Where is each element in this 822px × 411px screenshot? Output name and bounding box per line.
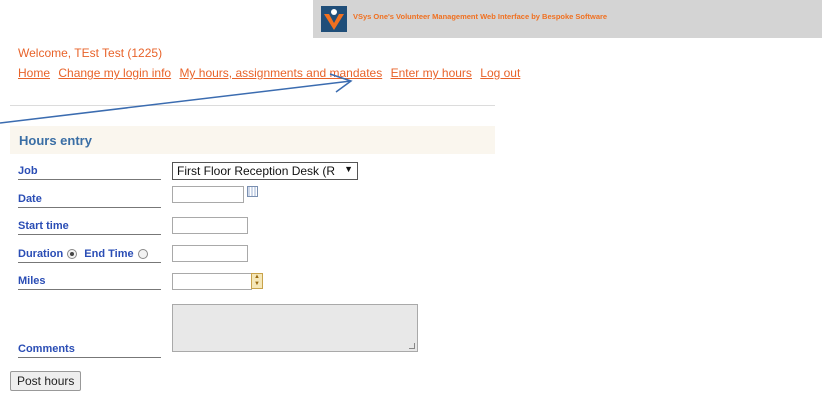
duration-label: Duration xyxy=(18,248,64,260)
dropdown-arrow-icon: ▼ xyxy=(344,164,353,174)
miles-input[interactable] xyxy=(172,273,252,290)
job-select-value: First Floor Reception Desk (R xyxy=(177,164,336,178)
section-header: Hours entry xyxy=(10,126,495,154)
post-hours-button[interactable]: Post hours xyxy=(10,371,82,391)
nav-links: Home Change my login info My hours, assi… xyxy=(18,66,525,80)
spin-up-icon[interactable]: ▲ xyxy=(252,274,262,281)
job-select[interactable]: First Floor Reception Desk (R ▼ xyxy=(172,162,358,180)
nav-logout-link[interactable]: Log out xyxy=(480,66,520,80)
vsys-logo-icon xyxy=(321,6,347,32)
date-label: Date xyxy=(18,193,161,208)
end-time-radio[interactable] xyxy=(137,249,148,260)
resize-grip-icon[interactable] xyxy=(409,343,415,349)
duration-input[interactable] xyxy=(172,245,248,262)
spin-down-icon[interactable]: ▼ xyxy=(252,281,262,288)
comments-label: Comments xyxy=(18,343,161,358)
date-input[interactable] xyxy=(172,186,244,203)
start-time-label: Start time xyxy=(18,220,161,235)
comments-textarea[interactable] xyxy=(172,304,418,352)
duration-endtime-label: Duration End Time xyxy=(18,248,161,263)
nav-home-link[interactable]: Home xyxy=(18,66,50,80)
top-banner: VSys One's Volunteer Management Web Inte… xyxy=(313,0,822,38)
banner-title: VSys One's Volunteer Management Web Inte… xyxy=(353,12,608,21)
miles-spinner[interactable]: ▲ ▼ xyxy=(251,273,263,289)
end-time-label: End Time xyxy=(84,248,134,260)
main-panel: Welcome, TEst Test (1225) Home Change my… xyxy=(10,41,520,411)
divider xyxy=(10,105,495,106)
nav-enter-hours-link[interactable]: Enter my hours xyxy=(391,66,472,80)
section-title: Hours entry xyxy=(19,133,92,148)
job-label: Job xyxy=(18,165,161,180)
welcome-text: Welcome, TEst Test (1225) xyxy=(18,46,163,60)
nav-change-login-link[interactable]: Change my login info xyxy=(58,66,171,80)
duration-radio[interactable] xyxy=(67,249,78,260)
calendar-icon[interactable] xyxy=(247,186,258,197)
nav-my-hours-link[interactable]: My hours, assignments and mandates xyxy=(179,66,382,80)
start-time-input[interactable] xyxy=(172,217,248,234)
miles-label: Miles xyxy=(18,275,161,290)
